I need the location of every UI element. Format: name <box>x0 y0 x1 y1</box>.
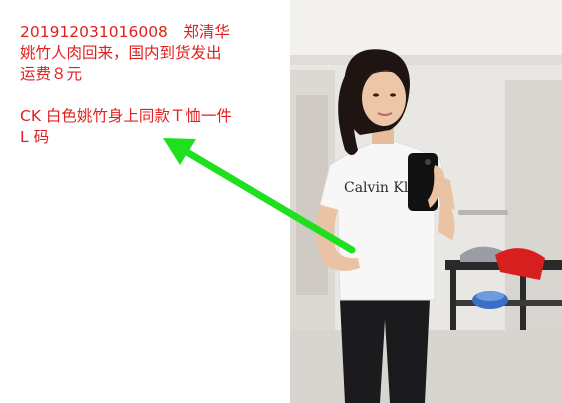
order-line: 201912031016008 郑清华 <box>20 23 230 41</box>
shipping-fee-line: 运费８元 <box>20 65 83 83</box>
shipping-note-line: 姚竹人肉回来，国内到货发出 <box>20 44 222 62</box>
caption-panel: 201912031016008 郑清华 姚竹人肉回来，国内到货发出 运费８元 C… <box>0 0 290 403</box>
photo-illustration: Calvin Klein <box>290 0 562 403</box>
size-line: L 码 <box>20 128 50 146</box>
caption-text: 201912031016008 郑清华 姚竹人肉回来，国内到货发出 运费８元 C… <box>20 22 282 148</box>
mirror-selfie-photo: Calvin Klein <box>290 0 562 403</box>
item-description-line: CK 白色姚竹身上同款Ｔ恤一件 <box>20 107 232 125</box>
